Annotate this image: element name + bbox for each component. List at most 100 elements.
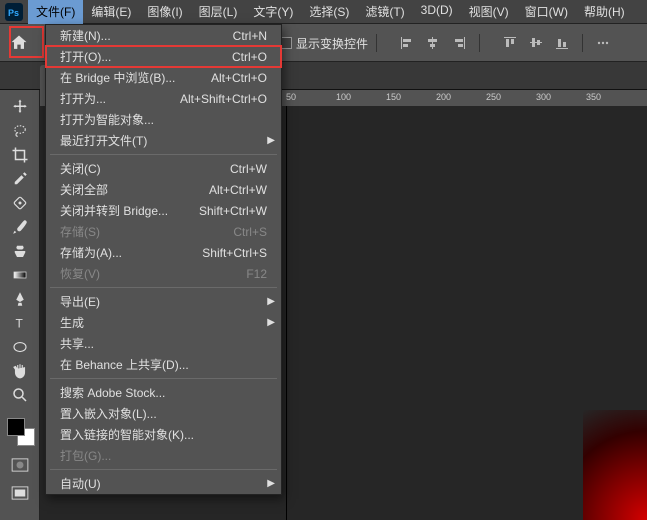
menu-item-label: 在 Behance 上共享(D)... — [60, 356, 189, 373]
menu-item-存储S: 存储(S) Ctrl+S — [46, 221, 281, 242]
hand-tool-icon[interactable] — [6, 360, 34, 382]
menu-item-shortcut: Ctrl+N — [233, 29, 267, 43]
photoshop-logo-icon: Ps — [0, 0, 28, 24]
menu-item-打包G: 打包(G)... — [46, 445, 281, 466]
ruler-mark: 150 — [386, 92, 401, 102]
align-center-v-icon[interactable] — [524, 31, 548, 55]
align-bottom-icon[interactable] — [550, 31, 574, 55]
menu-item-打开为智能对象[interactable]: 打开为智能对象... — [46, 109, 281, 130]
document-image-portion — [583, 410, 647, 520]
menu-item-关闭C[interactable]: 关闭(C)Ctrl+W — [46, 158, 281, 179]
menu-item-label: 新建(N)... — [60, 27, 111, 44]
menu-item-打开O[interactable]: 打开(O)...Ctrl+O — [46, 46, 281, 67]
menu-文件[interactable]: 文件(F) — [28, 0, 83, 24]
menu-item-自动U[interactable]: 自动(U)▶ — [46, 473, 281, 494]
menu-item-shortcut: Alt+Shift+Ctrl+O — [180, 92, 267, 106]
menu-item-在Behance上共享D[interactable]: 在 Behance 上共享(D)... — [46, 354, 281, 375]
menu-视图[interactable]: 视图(V) — [461, 0, 517, 24]
menu-item-label: 生成 — [60, 314, 84, 331]
show-transform-label: 显示变换控件 — [296, 35, 368, 52]
menu-item-label: 存储(S) — [60, 223, 100, 240]
quick-mask-icon[interactable] — [8, 456, 32, 474]
submenu-arrow-icon: ▶ — [267, 317, 275, 328]
menu-item-存储为A[interactable]: 存储为(A)... Shift+Ctrl+S — [46, 242, 281, 263]
eyedropper-tool-icon[interactable] — [6, 168, 34, 190]
home-icon[interactable] — [0, 24, 38, 62]
menu-item-shortcut: Shift+Ctrl+S — [202, 246, 267, 260]
menu-item-置入嵌入对象L[interactable]: 置入嵌入对象(L)... — [46, 403, 281, 424]
menu-帮助[interactable]: 帮助(H) — [576, 0, 633, 24]
tool-panel: T — [0, 90, 40, 520]
menu-item-搜索AdobeStock[interactable]: 搜索 Adobe Stock... — [46, 382, 281, 403]
svg-text:Ps: Ps — [8, 7, 19, 17]
separator — [582, 34, 583, 52]
menu-item-label: 关闭(C) — [60, 160, 101, 177]
lasso-tool-icon[interactable] — [6, 120, 34, 142]
file-menu-dropdown: 新建(N)...Ctrl+N打开(O)...Ctrl+O在 Bridge 中浏览… — [45, 24, 282, 495]
align-top-icon[interactable] — [498, 31, 522, 55]
menu-item-shortcut: Shift+Ctrl+W — [199, 204, 267, 218]
pen-tool-icon[interactable] — [6, 288, 34, 310]
menu-item-关闭并转到Bridge[interactable]: 关闭并转到 Bridge... Shift+Ctrl+W — [46, 200, 281, 221]
menu-item-关闭全部[interactable]: 关闭全部Alt+Ctrl+W — [46, 179, 281, 200]
menu-item-生成[interactable]: 生成 ▶ — [46, 312, 281, 333]
menu-item-打开为[interactable]: 打开为... Alt+Shift+Ctrl+O — [46, 88, 281, 109]
menu-item-label: 打开为智能对象... — [60, 111, 154, 128]
more-options-icon[interactable] — [591, 31, 615, 55]
menu-图像[interactable]: 图像(I) — [139, 0, 190, 24]
ruler-mark: 350 — [586, 92, 601, 102]
menu-item-最近打开文件T[interactable]: 最近打开文件(T)▶ — [46, 130, 281, 151]
submenu-arrow-icon: ▶ — [267, 135, 275, 146]
menu-item-label: 存储为(A)... — [60, 244, 122, 261]
menu-separator — [50, 378, 277, 379]
menu-窗口[interactable]: 窗口(W) — [517, 0, 576, 24]
align-left-icon[interactable] — [395, 31, 419, 55]
align-buttons — [395, 31, 471, 55]
menu-separator — [50, 469, 277, 470]
menu-图层[interactable]: 图层(L) — [191, 0, 246, 24]
menu-item-导出E[interactable]: 导出(E)▶ — [46, 291, 281, 312]
clone-stamp-tool-icon[interactable] — [6, 240, 34, 262]
healing-brush-tool-icon[interactable] — [6, 192, 34, 214]
menu-separator — [50, 287, 277, 288]
ruler-mark: 300 — [536, 92, 551, 102]
type-tool-icon[interactable]: T — [6, 312, 34, 334]
ruler-mark: 250 — [486, 92, 501, 102]
menu-item-label: 打开为... — [60, 90, 106, 107]
zoom-tool-icon[interactable] — [6, 384, 34, 406]
align-buttons-v — [498, 31, 574, 55]
menu-item-shortcut: F12 — [246, 267, 267, 281]
menu-item-label: 自动(U) — [60, 475, 101, 492]
menu-item-shortcut: Ctrl+S — [233, 225, 267, 239]
menu-item-label: 打开(O)... — [60, 48, 111, 65]
color-swatches[interactable] — [5, 416, 35, 446]
shape-tool-icon[interactable] — [6, 336, 34, 358]
menu-item-置入链接的智能对象K[interactable]: 置入链接的智能对象(K)... — [46, 424, 281, 445]
menu-文字[interactable]: 文字(Y) — [245, 0, 301, 24]
foreground-swatch[interactable] — [7, 418, 25, 436]
menu-separator — [50, 154, 277, 155]
gradient-tool-icon[interactable] — [6, 264, 34, 286]
menu-item-新建N[interactable]: 新建(N)... Ctrl+N — [46, 25, 281, 46]
menu-3D[interactable]: 3D(D) — [413, 0, 461, 24]
align-right-icon[interactable] — [447, 31, 471, 55]
align-center-h-icon[interactable] — [421, 31, 445, 55]
menu-item-label: 搜索 Adobe Stock... — [60, 384, 165, 401]
document-edge — [286, 106, 287, 520]
ruler-mark: 200 — [436, 92, 451, 102]
menu-item-label: 关闭并转到 Bridge... — [60, 202, 168, 219]
screen-mode-icon[interactable] — [8, 484, 32, 502]
menu-item-label: 关闭全部 — [60, 181, 108, 198]
brush-tool-icon[interactable] — [6, 216, 34, 238]
move-tool-icon[interactable] — [6, 96, 34, 118]
menu-item-label: 置入链接的智能对象(K)... — [60, 426, 194, 443]
menu-选择[interactable]: 选择(S) — [301, 0, 357, 24]
menu-item-label: 在 Bridge 中浏览(B)... — [60, 69, 175, 86]
menu-item-共享[interactable]: 共享... — [46, 333, 281, 354]
menu-item-在Bridge中浏览B[interactable]: 在 Bridge 中浏览(B)...Alt+Ctrl+O — [46, 67, 281, 88]
ruler-mark: 50 — [286, 92, 296, 102]
crop-tool-icon[interactable] — [6, 144, 34, 166]
menu-编辑[interactable]: 编辑(E) — [83, 0, 139, 24]
menu-滤镜[interactable]: 滤镜(T) — [357, 0, 412, 24]
submenu-arrow-icon: ▶ — [267, 296, 275, 307]
